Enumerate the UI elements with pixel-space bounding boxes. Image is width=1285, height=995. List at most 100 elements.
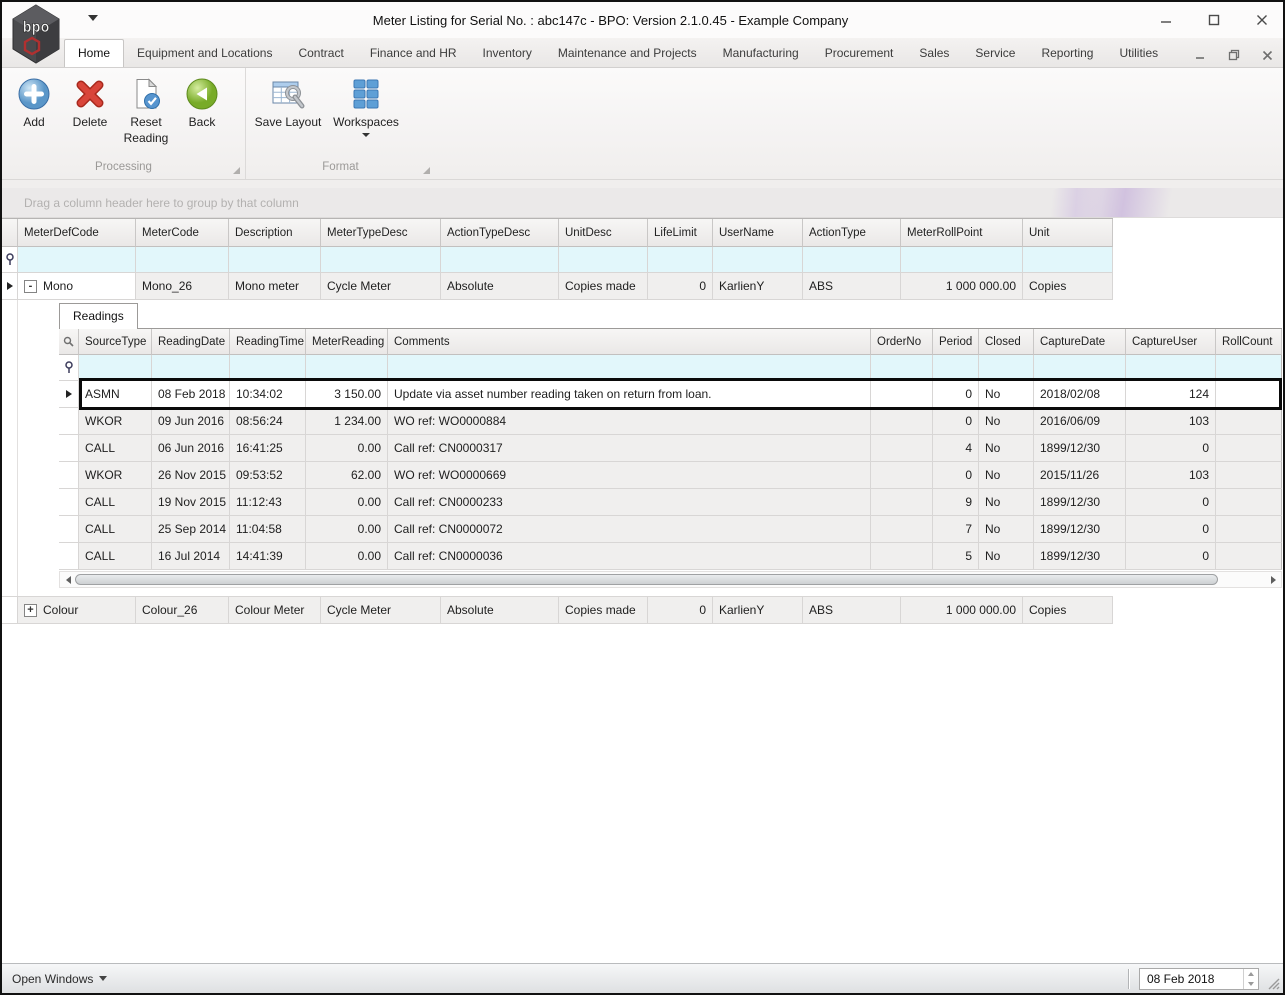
cell-closed[interactable]: No <box>979 435 1034 462</box>
filter-cell[interactable] <box>306 355 388 381</box>
readings-search-indicator[interactable] <box>59 329 79 355</box>
horizontal-scrollbar[interactable] <box>59 571 1282 588</box>
readings-row[interactable]: WKOR 26 Nov 2015 09:53:52 62.00 WO ref: … <box>59 462 1282 489</box>
cell-period[interactable]: 5 <box>933 543 979 570</box>
cell-comments[interactable]: Call ref: CN0000036 <box>388 543 871 570</box>
readings-detail-tab[interactable]: Readings <box>59 303 138 329</box>
column-header-actiontypedesc[interactable]: ActionTypeDesc <box>441 219 559 247</box>
filter-cell[interactable] <box>933 355 979 381</box>
column-header-unitdesc[interactable]: UnitDesc <box>559 219 648 247</box>
spin-down-icon[interactable] <box>1244 979 1258 989</box>
cell-metercode[interactable]: Colour_26 <box>136 597 229 624</box>
cell-orderno[interactable] <box>871 516 933 543</box>
cell-meterrollpoint[interactable]: 1 000 000.00 <box>901 597 1023 624</box>
readings-row[interactable]: CALL 25 Sep 2014 11:04:58 0.00 Call ref:… <box>59 516 1282 543</box>
cell-username[interactable]: KarlienY <box>713 273 803 300</box>
close-button[interactable] <box>1255 13 1269 27</box>
filter-cell[interactable] <box>1216 355 1282 381</box>
cell-comments[interactable]: WO ref: WO0000884 <box>388 408 871 435</box>
minimize-button[interactable] <box>1159 13 1173 27</box>
cell-rollcount[interactable] <box>1216 408 1282 435</box>
cell-period[interactable]: 0 <box>933 408 979 435</box>
cell-sourcetype[interactable]: ASMN <box>79 381 152 408</box>
column-header-rollcount[interactable]: RollCount <box>1216 329 1282 355</box>
cell-comments[interactable]: WO ref: WO0000669 <box>388 462 871 489</box>
column-header-readingtime[interactable]: ReadingTime <box>230 329 306 355</box>
ribbon-tab-inventory[interactable]: Inventory <box>470 40 545 67</box>
cell-meterrollpoint[interactable]: 1 000 000.00 <box>901 273 1023 300</box>
cell-readingdate[interactable]: 19 Nov 2015 <box>152 489 230 516</box>
cell-period[interactable]: 0 <box>933 381 979 408</box>
cell-rollcount[interactable] <box>1216 489 1282 516</box>
cell-meterreading[interactable]: 0.00 <box>306 516 388 543</box>
filter-cell[interactable] <box>388 355 871 381</box>
cell-description[interactable]: Mono meter <box>229 273 321 300</box>
delete-button[interactable]: Delete <box>62 75 118 133</box>
main-grid-row-mono[interactable]: - Mono Mono_26 Mono meter Cycle Meter Ab… <box>2 273 1113 300</box>
cell-readingtime[interactable]: 14:41:39 <box>230 543 306 570</box>
group-by-panel[interactable]: Drag a column header here to group by th… <box>2 188 1283 218</box>
add-button[interactable]: Add <box>6 75 62 133</box>
column-header-orderno[interactable]: OrderNo <box>871 329 933 355</box>
cell-capturedate[interactable]: 1899/12/30 <box>1034 516 1126 543</box>
cell-sourcetype[interactable]: CALL <box>79 435 152 462</box>
column-header-period[interactable]: Period <box>933 329 979 355</box>
ribbon-tab-home[interactable]: Home <box>64 39 125 67</box>
cell-metercode[interactable]: Mono_26 <box>136 273 229 300</box>
cell-capturedate[interactable]: 1899/12/30 <box>1034 435 1126 462</box>
cell-readingtime[interactable]: 10:34:02 <box>230 381 306 408</box>
column-header-metercode[interactable]: MeterCode <box>136 219 229 247</box>
filter-cell-meterrollpoint[interactable] <box>901 247 1023 273</box>
ribbon-tab-procurement[interactable]: Procurement <box>812 40 907 67</box>
cell-captureuser[interactable]: 0 <box>1126 516 1216 543</box>
filter-cell[interactable] <box>1126 355 1216 381</box>
filter-cell-meterdefcode[interactable] <box>18 247 136 273</box>
cell-readingdate[interactable]: 25 Sep 2014 <box>152 516 230 543</box>
ribbon-tab-service[interactable]: Service <box>962 40 1028 67</box>
ribbon-tab-equipment-and-locations[interactable]: Equipment and Locations <box>124 40 285 67</box>
cell-capturedate[interactable]: 2015/11/26 <box>1034 462 1126 489</box>
cell-period[interactable]: 0 <box>933 462 979 489</box>
cell-captureuser[interactable]: 0 <box>1126 435 1216 462</box>
dialog-launcher-icon[interactable] <box>423 167 430 174</box>
filter-cell[interactable] <box>152 355 230 381</box>
cell-orderno[interactable] <box>871 408 933 435</box>
cell-unitdesc[interactable]: Copies made <box>559 597 648 624</box>
column-header-actiontype[interactable]: ActionType <box>803 219 901 247</box>
cell-readingtime[interactable]: 16:41:25 <box>230 435 306 462</box>
cell-readingtime[interactable]: 11:04:58 <box>230 516 306 543</box>
cell-period[interactable]: 4 <box>933 435 979 462</box>
cell-readingtime[interactable]: 08:56:24 <box>230 408 306 435</box>
resize-grip-icon[interactable] <box>1267 977 1280 990</box>
cell-metertypedesc[interactable]: Cycle Meter <box>321 273 441 300</box>
mdi-restore-icon[interactable] <box>1228 49 1240 61</box>
cell-readingtime[interactable]: 09:53:52 <box>230 462 306 489</box>
filter-cell[interactable] <box>79 355 152 381</box>
cell-captureuser[interactable]: 0 <box>1126 489 1216 516</box>
scrollbar-track[interactable] <box>73 573 1268 586</box>
cell-unit[interactable]: Copies <box>1023 273 1113 300</box>
filter-cell-actiontypedesc[interactable] <box>441 247 559 273</box>
cell-captureuser[interactable]: 103 <box>1126 462 1216 489</box>
cell-closed[interactable]: No <box>979 462 1034 489</box>
dialog-launcher-icon[interactable] <box>233 167 240 174</box>
column-header-comments[interactable]: Comments <box>388 329 871 355</box>
scroll-left-icon[interactable] <box>63 575 73 585</box>
column-header-lifelimit[interactable]: LifeLimit <box>648 219 713 247</box>
cell-actiontypedesc[interactable]: Absolute <box>441 597 559 624</box>
collapse-box-icon[interactable]: - <box>24 279 37 293</box>
ribbon-tab-maintenance-and-projects[interactable]: Maintenance and Projects <box>545 40 710 67</box>
cell-meterdefcode[interactable]: - Mono <box>18 273 136 300</box>
cell-meterreading[interactable]: 0.00 <box>306 543 388 570</box>
cell-sourcetype[interactable]: WKOR <box>79 408 152 435</box>
cell-period[interactable]: 7 <box>933 516 979 543</box>
filter-cell-description[interactable] <box>229 247 321 273</box>
cell-rollcount[interactable] <box>1216 462 1282 489</box>
cell-meterreading[interactable]: 0.00 <box>306 489 388 516</box>
cell-username[interactable]: KarlienY <box>713 597 803 624</box>
cell-comments[interactable]: Call ref: CN0000233 <box>388 489 871 516</box>
save-layout-button[interactable]: Save Layout <box>250 75 326 133</box>
cell-capturedate[interactable]: 1899/12/30 <box>1034 489 1126 516</box>
cell-unit[interactable]: Copies <box>1023 597 1113 624</box>
cell-closed[interactable]: No <box>979 381 1034 408</box>
